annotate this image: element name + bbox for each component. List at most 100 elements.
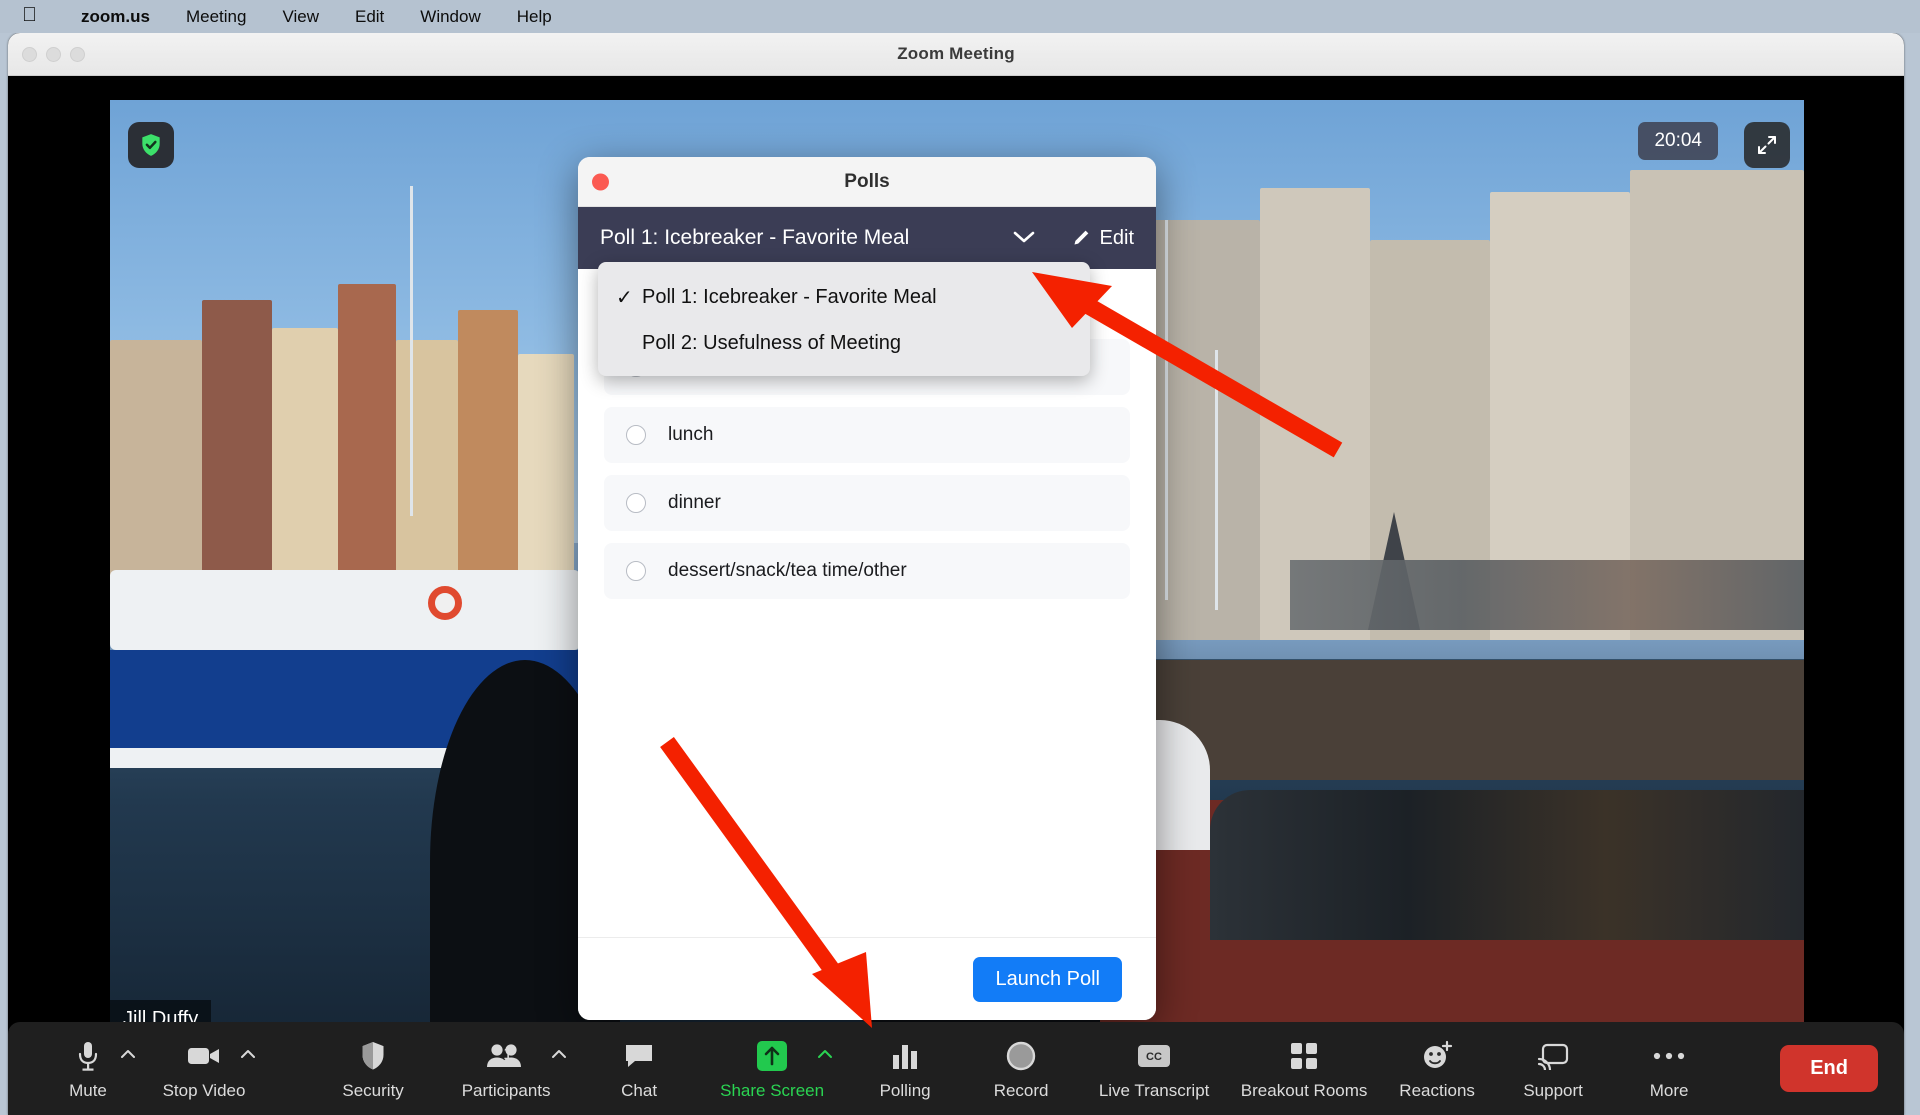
polls-dialog: Polls Poll 1: Icebreaker - Favorite Meal… xyxy=(578,157,1156,1020)
toolbar-stop-video-button[interactable]: Stop Video xyxy=(146,1028,262,1110)
toolbar-polling-label: Polling xyxy=(879,1080,931,1100)
toolbar-chat-label: Chat xyxy=(621,1080,658,1100)
toolbar-support-button[interactable]: Support xyxy=(1495,1028,1611,1110)
close-window-button[interactable] xyxy=(22,47,37,62)
toolbar-live-transcript-button[interactable]: CC Live Transcript xyxy=(1079,1028,1229,1110)
macos-menu-bar:  zoom.us Meeting View Edit Window Help xyxy=(0,0,1920,33)
record-circle-icon xyxy=(1005,1037,1037,1075)
microphone-icon xyxy=(75,1037,101,1075)
toolbar-more-label: More xyxy=(1649,1080,1689,1100)
ellipsis-icon xyxy=(1652,1037,1686,1075)
toolbar-support-label: Support xyxy=(1523,1080,1583,1100)
scene-life-ring xyxy=(428,586,462,620)
dropdown-item-poll-2[interactable]: Poll 2: Usefulness of Meeting xyxy=(598,320,1090,366)
pencil-icon xyxy=(1074,230,1088,245)
poll-option-label: lunch xyxy=(668,424,714,445)
window-title: Zoom Meeting xyxy=(897,44,1015,63)
launch-poll-button[interactable]: Launch Poll xyxy=(973,956,1122,1002)
toolbar-participants-button[interactable]: 1 Participants xyxy=(431,1028,581,1110)
toolbar-record-button[interactable]: Record xyxy=(963,1028,1079,1110)
toolbar-share-screen-button[interactable]: Share Screen xyxy=(697,1028,847,1110)
toolbar-reactions-button[interactable]: Reactions xyxy=(1379,1028,1495,1110)
screen-cast-icon xyxy=(1537,1037,1569,1075)
shield-icon xyxy=(359,1037,387,1075)
menu-item-view[interactable]: View xyxy=(264,7,337,27)
scene-mast xyxy=(1215,350,1218,610)
participants-options-caret-icon[interactable] xyxy=(551,1046,567,1062)
meeting-toolbar: Mute Stop Video Security 1 Participants … xyxy=(8,1022,1904,1115)
poll-selector-dropdown: ✓ Poll 1: Icebreaker - Favorite Meal Pol… xyxy=(598,262,1090,376)
radio-button-icon[interactable] xyxy=(626,493,646,513)
chevron-down-icon[interactable] xyxy=(1013,229,1035,248)
dropdown-item-label: Poll 2: Usefulness of Meeting xyxy=(642,331,902,354)
toolbar-breakout-rooms-label: Breakout Rooms xyxy=(1240,1080,1368,1100)
meeting-timer-value: 20:04 xyxy=(1654,130,1702,151)
maximize-window-button[interactable] xyxy=(70,47,85,62)
minimize-window-button[interactable] xyxy=(46,47,61,62)
poll-option[interactable]: dessert/snack/tea time/other xyxy=(604,543,1130,599)
toolbar-polling-button[interactable]: Polling xyxy=(847,1028,963,1110)
polls-footer: Launch Poll xyxy=(578,937,1156,1020)
poll-option-label: dinner xyxy=(668,492,721,513)
poll-option-label: dessert/snack/tea time/other xyxy=(668,560,907,581)
shield-check-icon xyxy=(142,134,160,156)
toolbar-share-screen-label: Share Screen xyxy=(720,1080,825,1100)
share-screen-icon xyxy=(754,1037,790,1075)
toolbar-security-label: Security xyxy=(342,1080,404,1100)
scene-mast xyxy=(1165,220,1168,600)
scene-crowd xyxy=(1290,560,1804,630)
video-options-caret-icon[interactable] xyxy=(240,1046,256,1062)
toolbar-record-label: Record xyxy=(993,1080,1049,1100)
share-options-caret-icon[interactable] xyxy=(817,1046,833,1062)
scene-boat-superstructure xyxy=(110,570,580,650)
mute-options-caret-icon[interactable] xyxy=(120,1046,136,1062)
chat-bubble-icon xyxy=(624,1037,654,1075)
poll-selector-bar: Poll 1: Icebreaker - Favorite Meal Edit xyxy=(578,207,1156,269)
toolbar-mute-label: Mute xyxy=(69,1080,107,1100)
toolbar-chat-button[interactable]: Chat xyxy=(581,1028,697,1110)
end-meeting-button[interactable]: End xyxy=(1780,1045,1878,1092)
menu-item-zoom-us[interactable]: zoom.us xyxy=(63,7,168,27)
toolbar-participants-label: Participants xyxy=(461,1080,551,1100)
meeting-security-badge[interactable] xyxy=(128,122,174,168)
dropdown-item-label: Poll 1: Icebreaker - Favorite Meal xyxy=(642,285,937,308)
toolbar-security-button[interactable]: Security xyxy=(315,1028,431,1110)
smiley-plus-icon xyxy=(1421,1037,1453,1075)
camera-icon xyxy=(186,1037,222,1075)
scene-mast xyxy=(410,186,413,516)
scene-building xyxy=(1140,219,1260,640)
radio-button-icon[interactable] xyxy=(626,561,646,581)
radio-button-icon[interactable] xyxy=(626,425,646,445)
window-title-bar: Zoom Meeting xyxy=(8,33,1904,76)
menu-item-help[interactable]: Help xyxy=(499,7,570,27)
grid-squares-icon xyxy=(1289,1037,1319,1075)
poll-option[interactable]: dinner xyxy=(604,475,1130,531)
toolbar-stop-video-label: Stop Video xyxy=(162,1080,246,1100)
polls-dialog-title-bar: Polls xyxy=(578,157,1156,207)
meeting-timer: 20:04 xyxy=(1638,122,1718,160)
cc-icon: CC xyxy=(1136,1037,1172,1075)
toolbar-mute-button[interactable]: Mute xyxy=(30,1028,146,1110)
check-icon: ✓ xyxy=(616,286,633,309)
bar-chart-icon xyxy=(890,1037,920,1075)
toolbar-reactions-label: Reactions xyxy=(1399,1080,1475,1100)
menu-item-edit[interactable]: Edit xyxy=(337,7,402,27)
selected-poll-title: Poll 1: Icebreaker - Favorite Meal xyxy=(600,226,910,249)
menu-item-window[interactable]: Window xyxy=(402,7,498,27)
svg-text:CC: CC xyxy=(1146,1051,1162,1063)
toolbar-more-button[interactable]: More xyxy=(1611,1028,1727,1110)
toolbar-breakout-rooms-button[interactable]: Breakout Rooms xyxy=(1229,1028,1379,1110)
edit-poll-button[interactable]: Edit xyxy=(1071,227,1134,250)
participants-count: 1 xyxy=(503,1043,513,1063)
dropdown-item-poll-1[interactable]: ✓ Poll 1: Icebreaker - Favorite Meal xyxy=(598,274,1090,320)
edit-poll-label: Edit xyxy=(1099,226,1134,249)
expand-arrows-icon xyxy=(1758,136,1776,154)
window-traffic-lights[interactable] xyxy=(22,33,85,76)
polls-dialog-title: Polls xyxy=(844,170,890,192)
fullscreen-toggle-button[interactable] xyxy=(1744,122,1790,168)
polls-close-button[interactable] xyxy=(592,173,609,190)
scene-boat-passengers xyxy=(1210,790,1804,940)
menu-item-meeting[interactable]: Meeting xyxy=(168,7,264,27)
apple-menu-icon[interactable]:  xyxy=(22,5,37,25)
poll-option[interactable]: lunch xyxy=(604,407,1130,463)
